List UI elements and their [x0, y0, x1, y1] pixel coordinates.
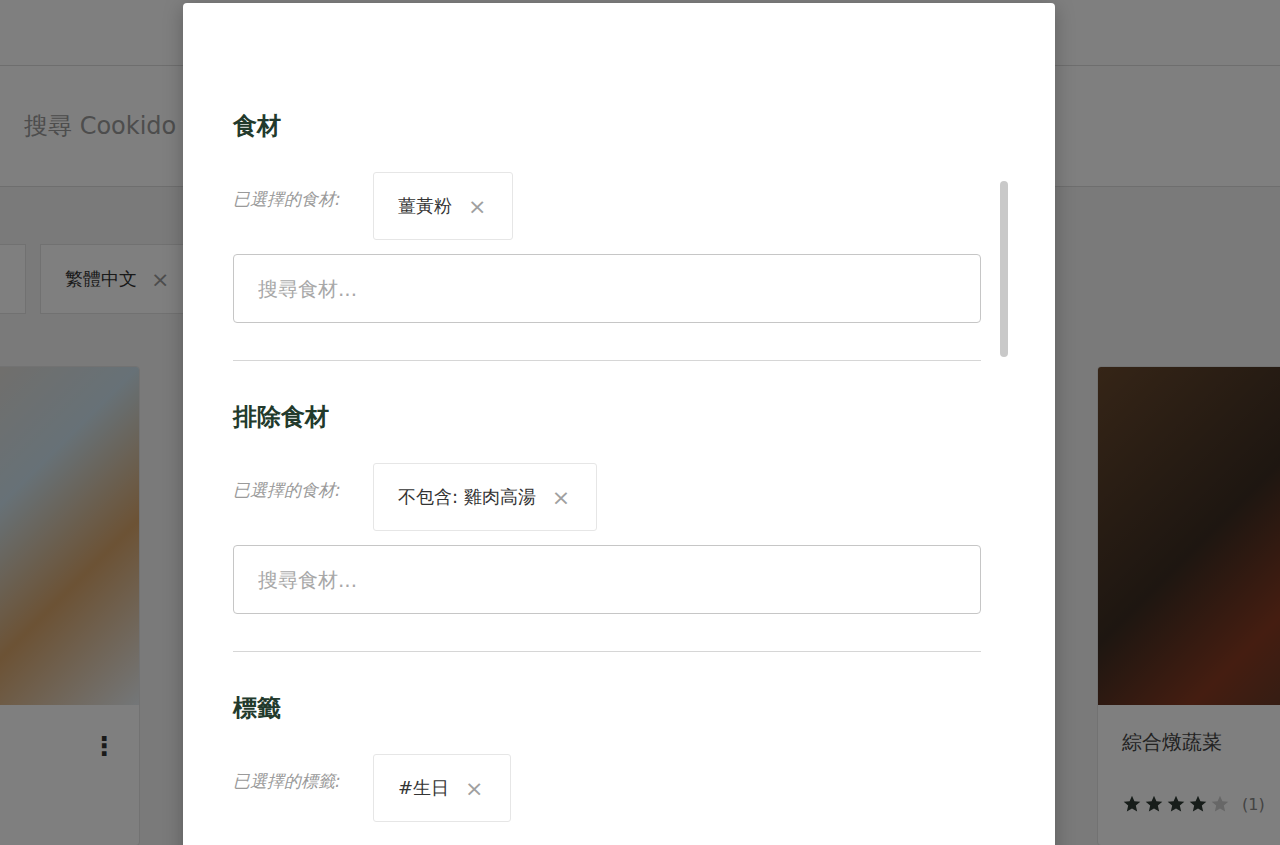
selected-chip: #生日 ×	[373, 754, 511, 822]
search-input[interactable]	[233, 254, 981, 323]
filter-modal: 食材已選擇的食材:薑黃粉×排除食材已選擇的食材:不包含: 雞肉高湯×標籤已選擇的…	[183, 3, 1055, 845]
modal-overlay[interactable]: 食材已選擇的食材:薑黃粉×排除食材已選擇的食材:不包含: 雞肉高湯×標籤已選擇的…	[0, 0, 1280, 845]
chip-label: #生日	[398, 776, 449, 800]
selected-row: 已選擇的標籤: #生日 ×	[233, 754, 981, 822]
selected-row: 已選擇的食材: 不包含: 雞肉高湯 ×	[233, 463, 981, 531]
filter-section: 標籤已選擇的標籤: #生日 ×	[233, 652, 981, 845]
chip-label: 薑黃粉	[398, 194, 452, 218]
remove-button[interactable]: ×	[552, 485, 570, 510]
section-title: 排除食材	[233, 401, 981, 433]
selected-label: 已選擇的標籤:	[233, 754, 361, 791]
remove-button[interactable]: ×	[465, 776, 483, 801]
selected-chip: 不包含: 雞肉高湯 ×	[373, 463, 597, 531]
remove-button[interactable]: ×	[468, 194, 486, 219]
filter-section: 排除食材已選擇的食材: 不包含: 雞肉高湯 ×	[233, 361, 981, 652]
section-title: 食材	[233, 110, 981, 142]
search-input[interactable]	[233, 545, 981, 614]
chip-label: 不包含: 雞肉高湯	[398, 485, 536, 509]
selected-label: 已選擇的食材:	[233, 172, 361, 209]
filter-section: 食材已選擇的食材: 薑黃粉 ×	[233, 110, 981, 361]
page: 搜尋 Cookido繁體中文×⋮綜合燉蔬菜(1)食材已選擇的食材:薑黃粉×排除食…	[0, 0, 1280, 845]
selected-row: 已選擇的食材: 薑黃粉 ×	[233, 172, 981, 240]
scrollbar[interactable]	[1000, 181, 1008, 357]
selected-chip: 薑黃粉 ×	[373, 172, 513, 240]
selected-label: 已選擇的食材:	[233, 463, 361, 500]
section-title: 標籤	[233, 692, 981, 724]
